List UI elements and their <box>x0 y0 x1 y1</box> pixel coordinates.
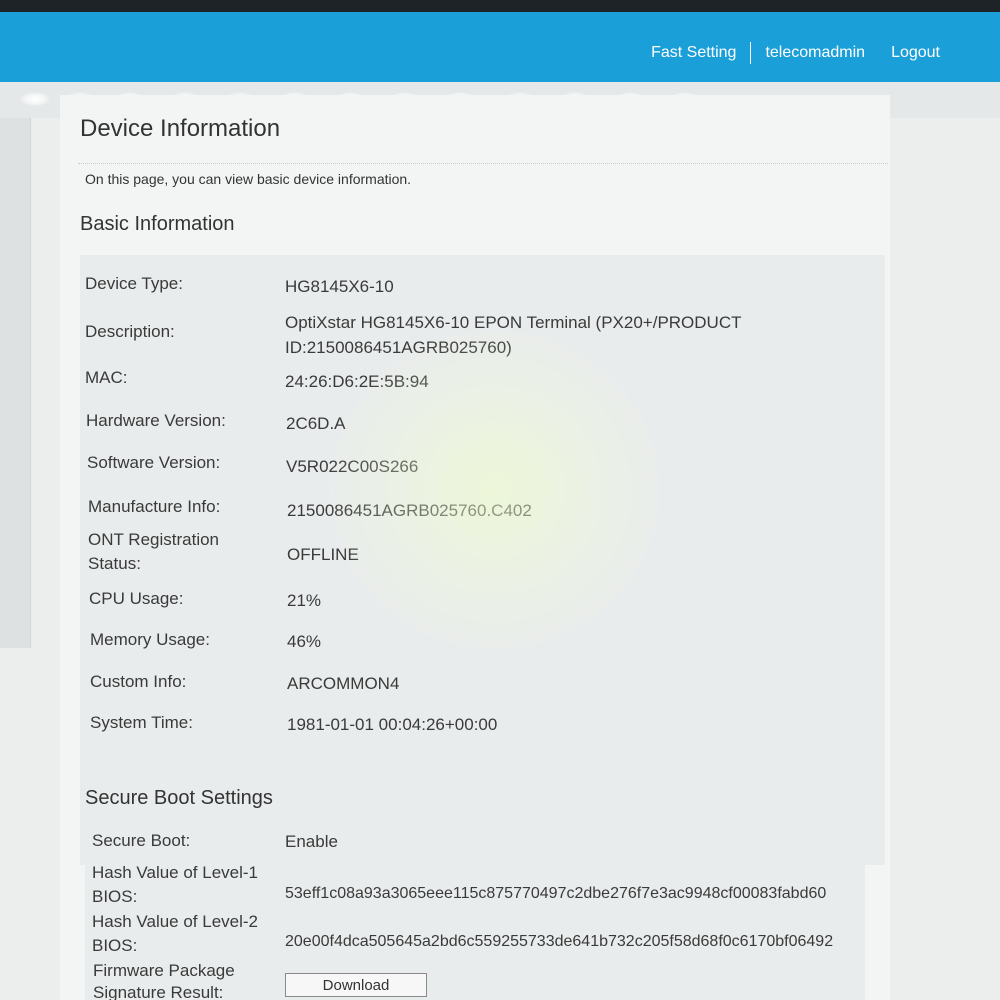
hardware-version-label: Hardware Version: <box>86 411 226 430</box>
firmware-package-label-line2: Signature Result: <box>93 983 224 1000</box>
device-type-value: HG8145X6-10 <box>285 277 394 296</box>
cpu-usage-value: 21% <box>287 591 322 610</box>
manufacture-info-label: Manufacture Info: <box>88 497 221 516</box>
secure-boot-value: Enable <box>285 832 338 851</box>
hash-level2-bios-label-line1: Hash Value of Level-2 <box>92 912 259 931</box>
hash-level2-bios-value: 20e00f4dca505645a2bd6c559255733de641b732… <box>285 933 834 950</box>
description-value-line2: ID:2150086451AGRB025760) <box>285 338 512 357</box>
hash-level1-bios-value: 53eff1c08a93a3065eee115c875770497c2dbe27… <box>285 885 827 902</box>
main-content: Device Information On this page, you can… <box>60 95 890 1000</box>
nav-separator <box>750 42 752 64</box>
logout-link[interactable]: Logout <box>891 44 940 62</box>
download-button[interactable]: Download <box>285 973 427 997</box>
software-version-value: V5R022C00S266 <box>286 457 419 476</box>
ont-registration-status-value: OFFLINE <box>287 545 359 564</box>
title-divider <box>78 163 888 165</box>
description-label: Description: <box>85 322 175 341</box>
basic-information-title: Basic Information <box>80 213 235 235</box>
page-description: On this page, you can view basic device … <box>85 171 412 187</box>
mac-value: 24:26:D6:2E:5B:94 <box>285 372 429 391</box>
custom-info-value: ARCOMMON4 <box>287 674 400 693</box>
secure-boot-label: Secure Boot: <box>92 831 191 850</box>
memory-usage-value: 46% <box>287 632 322 651</box>
software-version-label: Software Version: <box>87 453 221 472</box>
hardware-version-value: 2C6D.A <box>286 414 346 433</box>
top-navigation: Fast Setting telecomadmin Logout <box>651 42 940 64</box>
monitor-bezel <box>0 0 1000 12</box>
ont-registration-status-label-line2: Status: <box>88 554 141 573</box>
mac-label: MAC: <box>85 368 128 387</box>
device-type-label: Device Type: <box>85 274 183 293</box>
hash-level1-bios-label-line1: Hash Value of Level-1 <box>92 863 259 882</box>
left-menu-strip <box>0 118 31 648</box>
light-reflection <box>20 92 50 106</box>
custom-info-label: Custom Info: <box>90 672 187 691</box>
fast-setting-link[interactable]: Fast Setting <box>651 44 736 62</box>
memory-usage-label: Memory Usage: <box>90 630 210 649</box>
hash-level2-bios-label-line2: BIOS: <box>92 936 138 955</box>
secure-boot-settings-title: Secure Boot Settings <box>85 787 273 809</box>
top-header-bar: Fast Setting telecomadmin Logout <box>0 12 1000 82</box>
firmware-package-label-line1: Firmware Package <box>93 961 235 980</box>
user-account-link[interactable]: telecomadmin <box>765 44 865 62</box>
system-time-value: 1981-01-01 00:04:26+00:00 <box>287 715 498 734</box>
basic-information-panel: Device Type: HG8145X6-10 Description: Op… <box>80 255 885 865</box>
manufacture-info-value: 2150086451AGRB025760.C402 <box>287 501 532 520</box>
secure-boot-panel: Secure Boot: Enable Hash Value of Level-… <box>85 827 865 1000</box>
ont-registration-status-label-line1: ONT Registration <box>88 530 220 549</box>
description-value-line1: OptiXstar HG8145X6-10 EPON Terminal (PX2… <box>285 313 742 332</box>
system-time-label: System Time: <box>90 713 193 732</box>
page-title: Device Information <box>80 115 281 142</box>
screen: Fast Setting telecomadmin Logout Device … <box>0 0 1000 1000</box>
cpu-usage-label: CPU Usage: <box>89 589 184 608</box>
hash-level1-bios-label-line2: BIOS: <box>92 887 138 906</box>
